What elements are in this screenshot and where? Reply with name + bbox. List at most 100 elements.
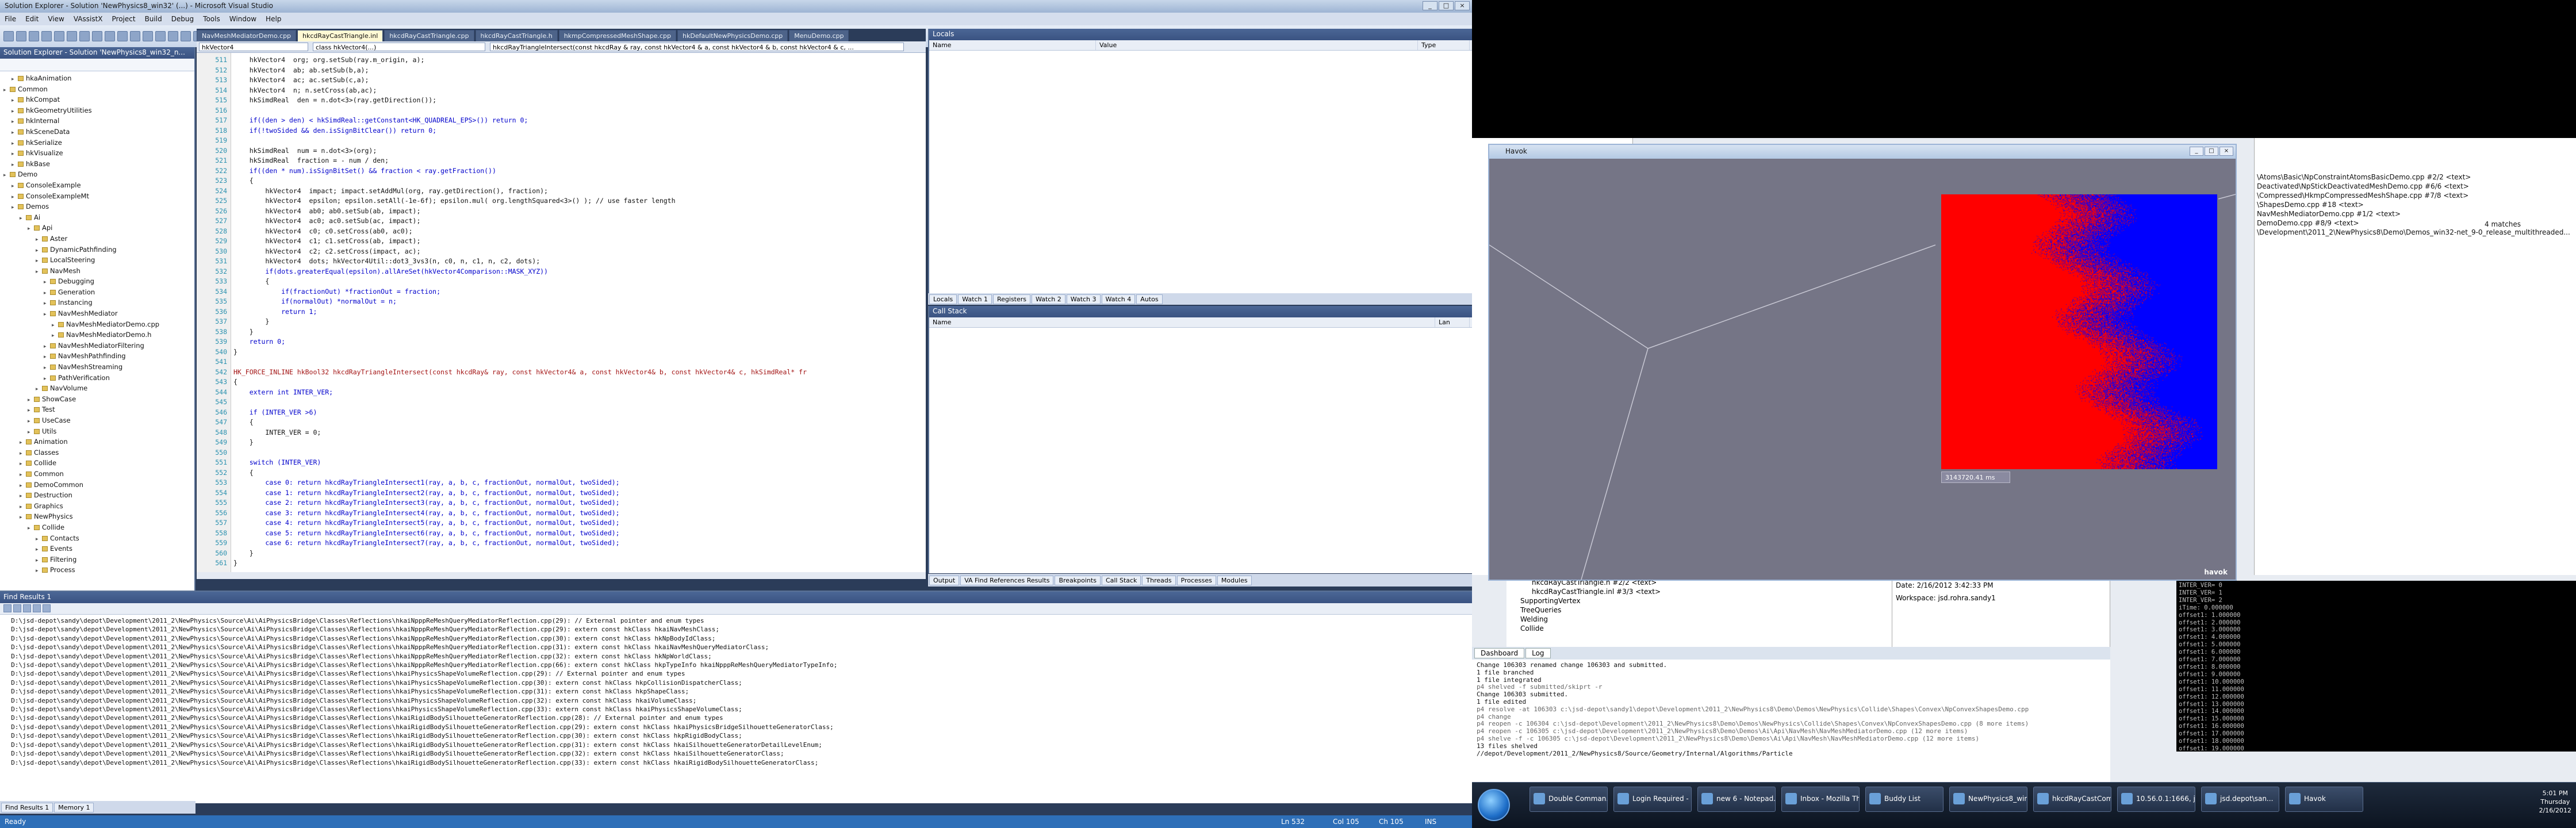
find-result-line[interactable]: D:\jsd-depot\sandy\depot\Development\201… — [3, 625, 1469, 634]
code-line[interactable]: hkVector4 ab0; ab0.setSub(ab, impact); — [233, 206, 923, 217]
changelist-file[interactable]: Deactivated\NpStickDeactivatedMeshDemo.c… — [2257, 182, 2573, 191]
expand-icon[interactable]: ▸ — [44, 352, 49, 362]
call-stack-col-lang[interactable]: Lan — [1435, 317, 1470, 327]
code-line[interactable]: { — [233, 468, 923, 478]
code-line[interactable]: } — [233, 438, 923, 448]
code-line[interactable]: if(dots.greaterEqual(epsilon).allAreSet(… — [233, 267, 923, 277]
find-result-line[interactable]: D:\jsd-depot\sandy\depot\Development\201… — [3, 705, 1469, 714]
expand-icon[interactable]: ▸ — [20, 492, 25, 501]
editor-horizontal-scrollbar[interactable] — [197, 572, 926, 579]
toolbar-button-icon[interactable] — [79, 31, 90, 41]
code-line[interactable]: HK_FORCE_INLINE hkBool32 hkcdRayTriangle… — [233, 367, 923, 378]
expand-icon[interactable]: ▸ — [20, 449, 25, 459]
editor-tab[interactable]: MenuDemo.cpp — [789, 30, 849, 41]
expand-icon[interactable]: ▸ — [12, 96, 17, 106]
code-line[interactable] — [233, 448, 923, 458]
toolbar-button-icon[interactable] — [3, 31, 14, 41]
find-result-line[interactable]: D:\jsd-depot\sandy\depot\Development\201… — [3, 749, 1469, 758]
file-tree-node[interactable]: Collide — [1509, 624, 1889, 633]
toolbar-button-icon[interactable] — [130, 31, 140, 41]
taskbar-button[interactable]: new 6 - Notepad... — [1697, 787, 1776, 812]
menu-item-vassistx[interactable]: VAssistX — [69, 15, 108, 23]
code-line[interactable]: { — [233, 176, 923, 186]
output-tab[interactable]: Call Stack — [1101, 575, 1141, 585]
find-result-line[interactable]: D:\jsd-depot\sandy\depot\Development\201… — [3, 669, 1469, 678]
perforce-changelist-pane[interactable]: \Atoms\Basic\NpConstraintAtomsBasicDemo.… — [2254, 138, 2576, 575]
expand-icon[interactable]: ▸ — [28, 524, 33, 534]
changelist-file[interactable]: DemoDemo.cpp #8/9 <text> — [2257, 218, 2573, 228]
tree-node[interactable]: ▸ Common — [0, 85, 194, 95]
debug-tab[interactable]: Watch 1 — [958, 294, 992, 304]
expand-icon[interactable]: ▸ — [44, 310, 49, 320]
expand-icon[interactable]: ▸ — [12, 150, 17, 159]
tree-node[interactable]: ▸ Events — [0, 544, 194, 555]
taskbar-button[interactable]: Double Comman... — [1529, 787, 1608, 812]
tree-node[interactable]: ▸ Graphics — [0, 501, 194, 512]
file-tree-node[interactable]: SupportingVertex — [1509, 596, 1889, 605]
expand-icon[interactable]: ▸ — [12, 182, 17, 191]
function-dropdown[interactable]: hkcdRayTriangleIntersect(const hkcdRay &… — [490, 43, 904, 51]
menu-item-tools[interactable]: Tools — [198, 15, 225, 23]
expand-icon[interactable]: ▸ — [28, 406, 33, 416]
toolbar-button-icon[interactable] — [92, 31, 102, 41]
code-line[interactable]: } — [233, 549, 923, 559]
locals-col-value[interactable]: Value — [1096, 40, 1418, 50]
tab-log[interactable]: Log — [1525, 648, 1551, 658]
code-line[interactable]: if(fractionOut) *fractionOut = fraction; — [233, 287, 923, 297]
find-result-line[interactable]: D:\jsd-depot\sandy\depot\Development\201… — [3, 616, 1469, 625]
code-line[interactable]: hkVector4 impact; impact.setAddMul(org, … — [233, 186, 923, 197]
minimize-icon[interactable]: _ — [2190, 147, 2203, 156]
code-line[interactable]: return 0; — [233, 337, 923, 347]
code-line[interactable]: extern int INTER_VER; — [233, 388, 923, 398]
expand-icon[interactable]: ▸ — [44, 363, 49, 373]
find-result-line[interactable]: D:\jsd-depot\sandy\depot\Development\201… — [3, 661, 1469, 669]
debug-tab[interactable]: Registers — [993, 294, 1031, 304]
toolbar-button-icon[interactable] — [16, 31, 26, 41]
close-icon[interactable]: × — [2220, 147, 2233, 156]
stop-find-icon[interactable] — [43, 604, 51, 612]
tree-node[interactable]: ▸ UseCase — [0, 416, 194, 427]
file-tree-node[interactable]: hkcdRayCastTriangle.inl #3/3 <text> — [1509, 587, 1889, 596]
toolbar-button-icon[interactable] — [155, 31, 166, 41]
expand-icon[interactable]: ▸ — [12, 193, 17, 202]
expand-icon[interactable]: ▸ — [28, 396, 33, 405]
tab-find-results[interactable]: Find Results 1 — [1, 802, 53, 812]
expand-icon[interactable]: ▸ — [3, 86, 9, 95]
tree-node[interactable]: ▸ hkInternal — [0, 116, 194, 127]
tree-node[interactable]: ▸ hkGeometryUtilities — [0, 106, 194, 117]
code-line[interactable]: hkVector4 ac; ac.setSub(c,a); — [233, 75, 923, 86]
output-tab[interactable]: VA Find References Results — [960, 575, 1054, 585]
tree-node[interactable]: ▸ hkBase — [0, 159, 194, 170]
code-line[interactable]: case 5: return hkcdRayTriangleIntersect6… — [233, 528, 923, 539]
taskbar-button[interactable]: Havok — [2285, 787, 2363, 812]
output-tab[interactable]: Threads — [1142, 575, 1176, 585]
tree-node[interactable]: ▸Queries — [0, 576, 194, 577]
expand-icon[interactable]: ▸ — [28, 224, 33, 234]
scope-dropdown[interactable]: hkVector4 — [199, 43, 308, 51]
code-line[interactable] — [233, 106, 923, 116]
editor-tab[interactable]: hkcdRayCastTriangle.cpp — [384, 30, 474, 41]
tree-node[interactable]: ▸ Demo — [0, 170, 194, 181]
tree-node[interactable]: ▸ NavMeshMediatorDemo.cpp — [0, 320, 194, 331]
output-tab[interactable]: Breakpoints — [1055, 575, 1101, 585]
call-stack-col-name[interactable]: Name — [929, 317, 1435, 327]
toolbar-button-icon[interactable] — [67, 31, 77, 41]
code-line[interactable]: } — [233, 558, 923, 569]
tree-node[interactable]: ▸ DemoCommon — [0, 480, 194, 491]
output-tab[interactable]: Processes — [1176, 575, 1216, 585]
toolbar-button-icon[interactable] — [117, 31, 128, 41]
changelist-file[interactable]: \Development\2011_2\NewPhysics8\Demo\Dem… — [2257, 228, 2573, 237]
debug-tab[interactable]: Locals — [929, 294, 957, 304]
expand-icon[interactable]: ▸ — [12, 139, 17, 149]
editor-tab[interactable]: hkDefaultNewPhysicsDemo.cpp — [677, 30, 788, 41]
expand-icon[interactable]: ▸ — [20, 214, 25, 224]
tree-node[interactable]: ▸ NavMeshPathfinding — [0, 351, 194, 362]
toolbar-button-icon[interactable] — [54, 31, 64, 41]
tree-node[interactable]: ▸ Contacts — [0, 534, 194, 545]
debug-tab[interactable]: Watch 4 — [1101, 294, 1136, 304]
menu-item-view[interactable]: View — [43, 15, 68, 23]
expand-icon[interactable]: ▸ — [20, 503, 25, 512]
tree-node[interactable]: ▸ ShowCase — [0, 394, 194, 405]
code-editor[interactable]: 511 512 513 514 515 516 517 518 519 520 521 522 523 5… — [197, 53, 926, 572]
code-line[interactable]: case 3: return hkcdRayTriangleIntersect4… — [233, 508, 923, 519]
